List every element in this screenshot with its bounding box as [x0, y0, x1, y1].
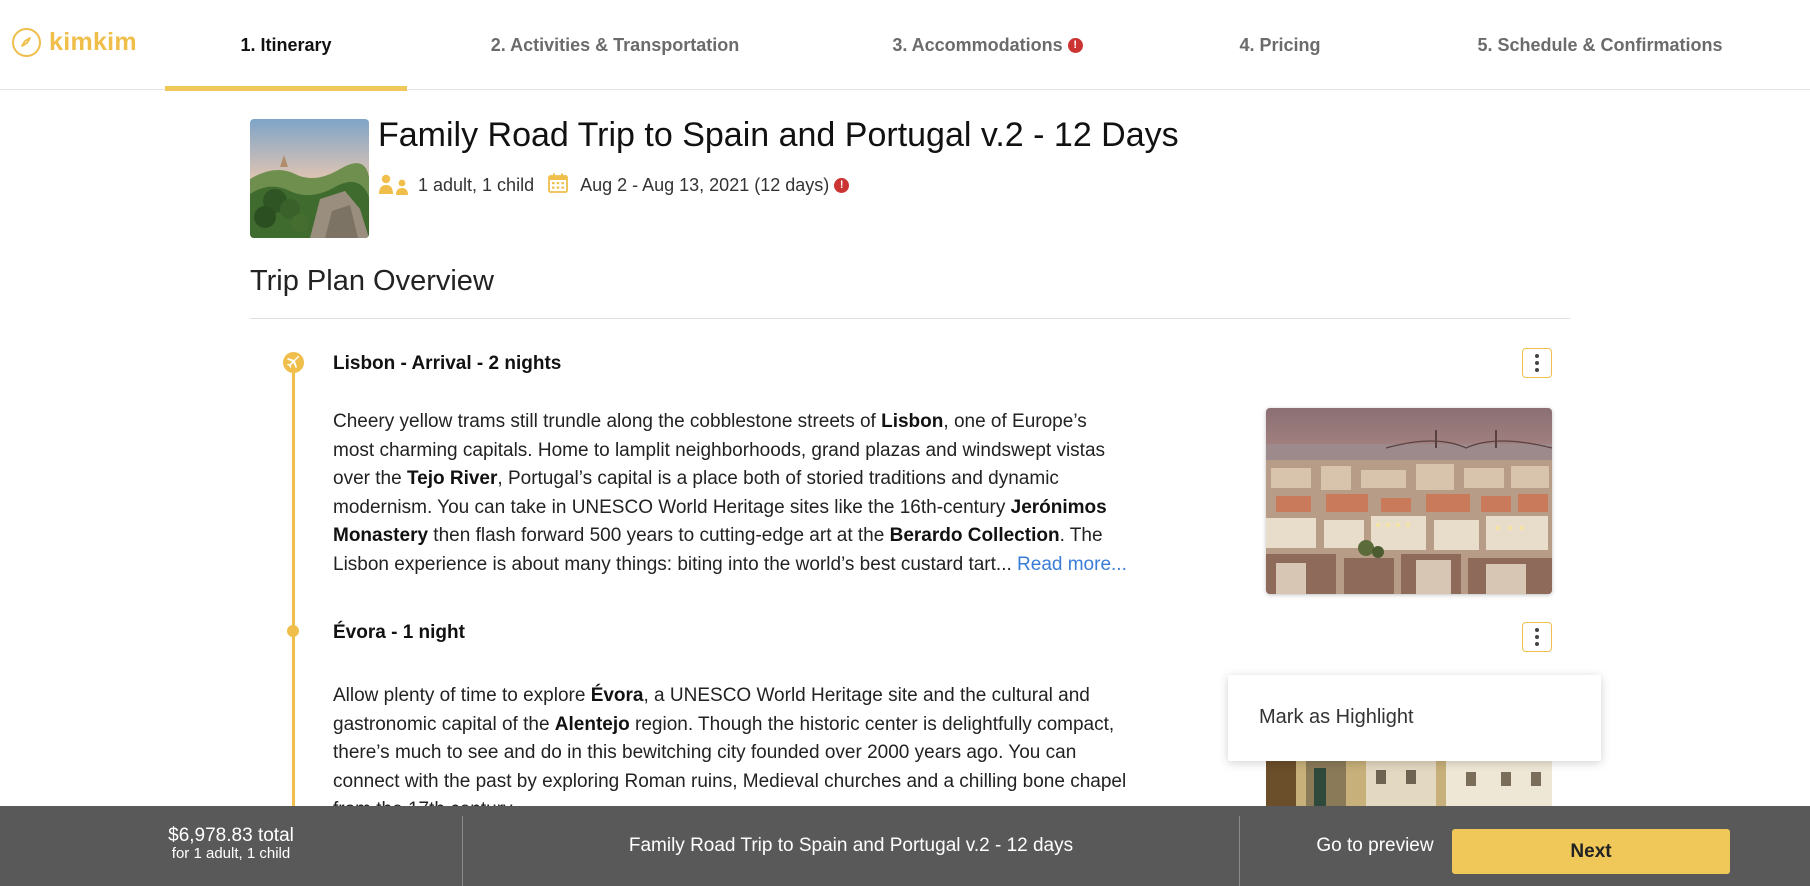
tab-itinerary[interactable]: 1. Itinerary	[165, 0, 407, 91]
trip-meta: 1 adult, 1 child Aug 2 - Aug 13, 2021 (1…	[378, 172, 850, 198]
trip-total: $6,978.83 total for 1 adult, 1 child	[0, 826, 462, 862]
tab-label: 4. Pricing	[1239, 34, 1321, 55]
more-options-button[interactable]	[1522, 348, 1552, 378]
stop-description: Cheery yellow trams still trundle along …	[333, 408, 1133, 580]
highlighted-term: Tejo River	[406, 468, 498, 490]
brand-name: kimkim	[49, 27, 137, 56]
tab-accommodations[interactable]: 3. Accommodations !	[880, 0, 1095, 90]
read-more-link[interactable]: Read more...	[1017, 554, 1127, 575]
mark-as-highlight-option[interactable]: Mark as Highlight	[1259, 706, 1414, 729]
highlighted-term: Évora	[590, 685, 644, 706]
description-text: Allow plenty of time to explore	[333, 685, 591, 706]
brand-logo[interactable]: kimkim	[12, 26, 137, 58]
airplane-icon	[283, 352, 304, 373]
stop-title: Évora - 1 night	[333, 622, 465, 643]
travelers-text: 1 adult, 1 child	[418, 174, 535, 195]
calendar-icon	[548, 173, 568, 198]
divider	[250, 318, 1570, 319]
total-amount: $6,978.83 total	[168, 825, 294, 846]
highlighted-term: Alentejo	[554, 713, 630, 735]
section-title: Trip Plan Overview	[250, 265, 494, 297]
tab-label: 2. Activities & Transportation	[490, 34, 740, 55]
trip-thumbnail[interactable]	[250, 119, 369, 238]
next-button[interactable]: Next	[1452, 829, 1730, 874]
tab-pricing[interactable]: 4. Pricing	[1200, 0, 1360, 90]
timeline-line	[292, 370, 295, 810]
total-travelers: for 1 adult, 1 child	[171, 845, 291, 862]
trip-dates: Aug 2 - Aug 13, 2021 (12 days)	[580, 174, 830, 195]
warning-icon: !	[834, 177, 850, 193]
stop-title: Lisbon - Arrival - 2 nights	[333, 353, 562, 374]
highlighted-term: Berardo Collection	[889, 525, 1060, 547]
description-text: then flash forward 500 years to cutting-…	[428, 525, 890, 547]
timeline-dot	[287, 625, 299, 637]
context-menu: Mark as Highlight	[1228, 675, 1601, 761]
trip-title: Family Road Trip to Spain and Portugal v…	[378, 116, 1179, 154]
tab-schedule-confirmations[interactable]: 5. Schedule & Confirmations	[1460, 0, 1740, 90]
description-text: Cheery yellow trams still trundle along …	[333, 411, 882, 432]
travelers-icon	[378, 174, 410, 196]
go-to-preview-link[interactable]: Go to preview	[1300, 806, 1450, 886]
compass-icon	[12, 27, 41, 57]
tab-label: 5. Schedule & Confirmations	[1477, 34, 1723, 55]
tab-activities-transportation[interactable]: 2. Activities & Transportation	[470, 0, 760, 90]
top-nav: kimkim 1. Itinerary 2. Activities & Tran…	[0, 0, 1810, 91]
divider	[1239, 816, 1240, 886]
stop-description: Allow plenty of time to explore Évora, a…	[333, 682, 1133, 825]
tab-label: 3. Accommodations	[892, 34, 1063, 55]
footer-bar: $6,978.83 total for 1 adult, 1 child Fam…	[0, 806, 1810, 886]
more-options-button[interactable]	[1522, 622, 1552, 652]
warning-icon: !	[1067, 37, 1083, 53]
tab-label: 1. Itinerary	[240, 34, 332, 55]
lisbon-photo[interactable]	[1266, 408, 1552, 594]
footer-trip-title: Family Road Trip to Spain and Portugal v…	[628, 835, 1074, 856]
highlighted-term: Lisbon	[881, 411, 944, 432]
